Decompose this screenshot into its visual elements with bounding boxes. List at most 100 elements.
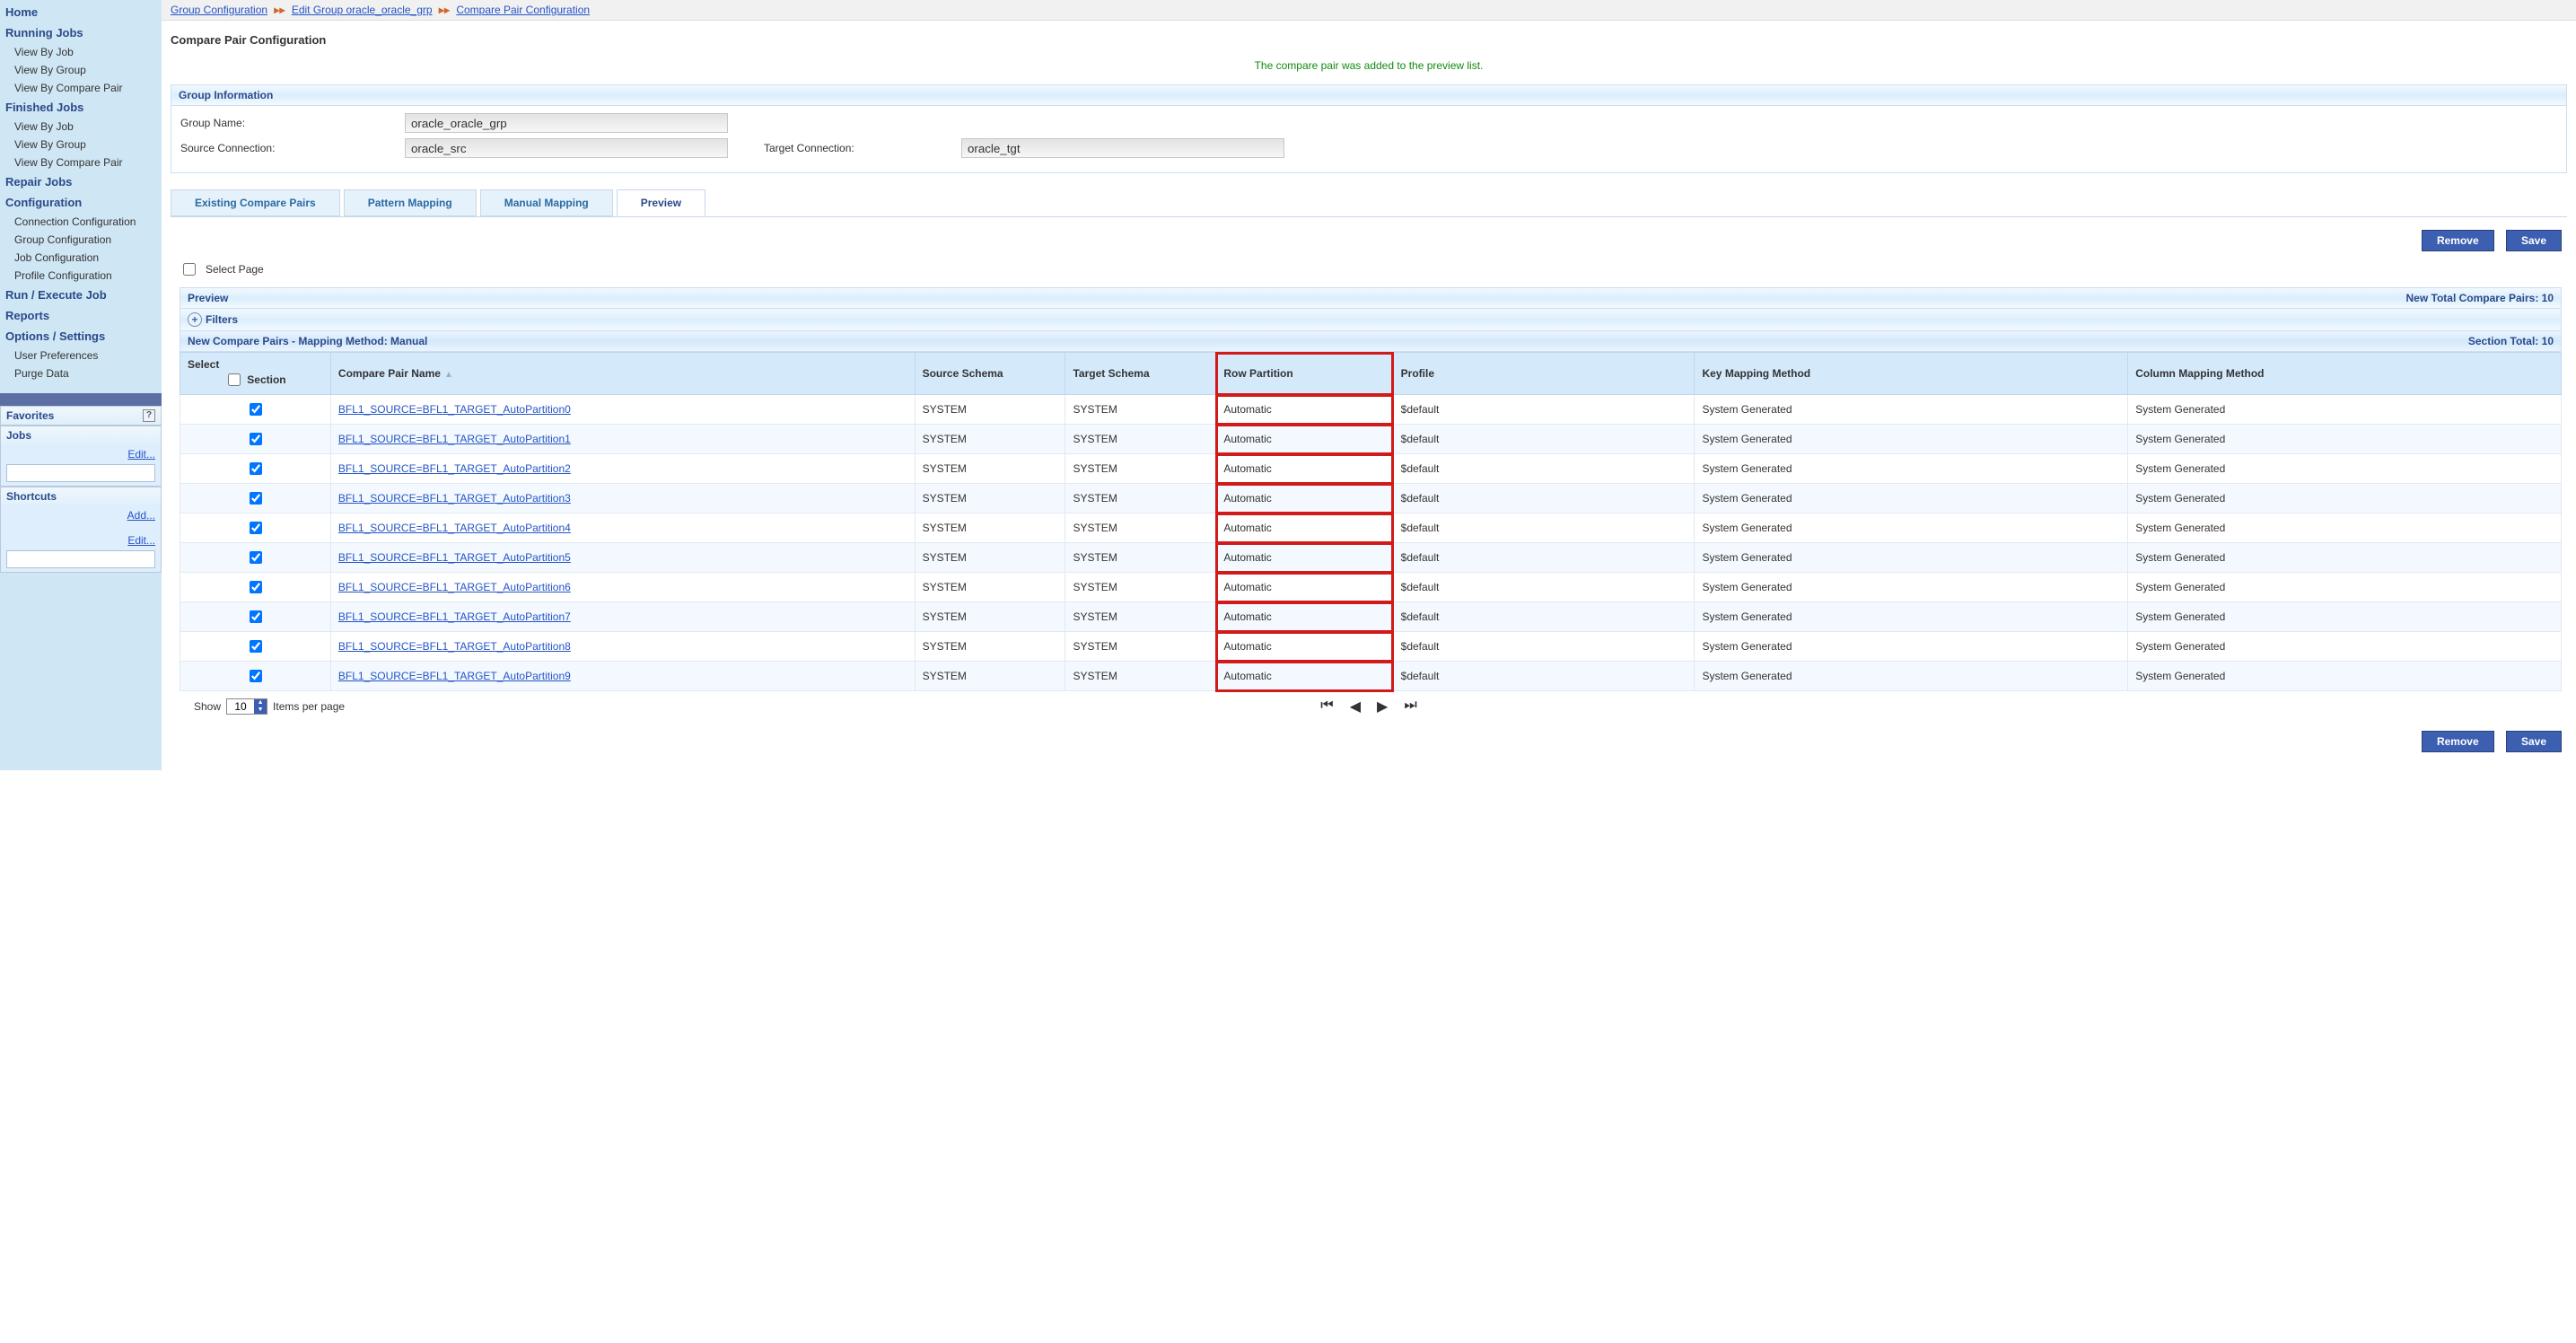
help-icon[interactable]: ? [143, 409, 155, 422]
shortcuts-input[interactable] [6, 550, 155, 568]
items-per-page-input[interactable] [227, 699, 254, 714]
cell-key-mapping: System Generated [1695, 632, 2128, 662]
save-button-bottom[interactable]: Save [2506, 731, 2562, 752]
cell-profile: $default [1393, 632, 1695, 662]
section-checkbox[interactable] [228, 373, 241, 386]
nav-options-settings[interactable]: Options / Settings [0, 326, 162, 347]
nav-purge-data[interactable]: Purge Data [0, 364, 162, 382]
row-checkbox[interactable] [250, 581, 262, 593]
nav-home[interactable]: Home [0, 2, 162, 22]
compare-pair-link[interactable]: BFL1_SOURCE=BFL1_TARGET_AutoPartition7 [338, 610, 571, 623]
target-connection-field [961, 138, 1284, 158]
new-total-compare-pairs: New Total Compare Pairs: 10 [2406, 292, 2554, 304]
compare-pair-link[interactable]: BFL1_SOURCE=BFL1_TARGET_AutoPartition6 [338, 581, 571, 593]
stepper-down-icon[interactable]: ▼ [254, 707, 267, 714]
compare-pair-link[interactable]: BFL1_SOURCE=BFL1_TARGET_AutoPartition5 [338, 551, 571, 564]
cell-source-schema: SYSTEM [915, 484, 1065, 514]
compare-pair-link[interactable]: BFL1_SOURCE=BFL1_TARGET_AutoPartition1 [338, 433, 571, 445]
cell-target-schema: SYSTEM [1065, 543, 1216, 573]
nav-run-execute-job[interactable]: Run / Execute Job [0, 285, 162, 305]
nav-job-config[interactable]: Job Configuration [0, 249, 162, 267]
pager-last-icon[interactable]: ⏭ [1404, 698, 1416, 715]
jobs-edit-link[interactable]: Edit... [6, 448, 155, 461]
jobs-input[interactable] [6, 464, 155, 482]
nav-configuration[interactable]: Configuration [0, 192, 162, 213]
row-checkbox[interactable] [250, 462, 262, 475]
table-row: BFL1_SOURCE=BFL1_TARGET_AutoPartition7 SY… [180, 602, 2562, 632]
nav-running-by-group[interactable]: View By Group [0, 61, 162, 79]
pager-next-icon[interactable]: ▶ [1377, 698, 1388, 715]
nav-repair-jobs[interactable]: Repair Jobs [0, 171, 162, 192]
nav-finished-by-group[interactable]: View By Group [0, 136, 162, 154]
compare-pair-link[interactable]: BFL1_SOURCE=BFL1_TARGET_AutoPartition9 [338, 670, 571, 682]
cell-source-schema: SYSTEM [915, 514, 1065, 543]
pager-prev-icon[interactable]: ◀ [1350, 698, 1361, 715]
row-checkbox[interactable] [250, 403, 262, 416]
compare-pair-link[interactable]: BFL1_SOURCE=BFL1_TARGET_AutoPartition8 [338, 640, 571, 653]
compare-pair-link[interactable]: BFL1_SOURCE=BFL1_TARGET_AutoPartition4 [338, 522, 571, 534]
shortcuts-edit-link[interactable]: Edit... [6, 534, 155, 547]
row-checkbox[interactable] [250, 522, 262, 534]
cell-target-schema: SYSTEM [1065, 602, 1216, 632]
cell-column-mapping: System Generated [2128, 573, 2562, 602]
select-page-checkbox[interactable] [183, 263, 196, 276]
cell-source-schema: SYSTEM [915, 602, 1065, 632]
cell-column-mapping: System Generated [2128, 514, 2562, 543]
cell-profile: $default [1393, 395, 1695, 425]
col-column-mapping[interactable]: Column Mapping Method [2128, 353, 2562, 395]
nav-running-jobs[interactable]: Running Jobs [0, 22, 162, 43]
table-row: BFL1_SOURCE=BFL1_TARGET_AutoPartition0 SY… [180, 395, 2562, 425]
col-target-schema[interactable]: Target Schema [1065, 353, 1216, 395]
tab-preview[interactable]: Preview [617, 189, 705, 216]
nav-reports[interactable]: Reports [0, 305, 162, 326]
nav-connection-config[interactable]: Connection Configuration [0, 213, 162, 231]
col-profile[interactable]: Profile [1393, 353, 1695, 395]
row-checkbox[interactable] [250, 433, 262, 445]
breadcrumb-compare-pair[interactable]: Compare Pair Configuration [456, 4, 590, 16]
nav-finished-by-compare-pair[interactable]: View By Compare Pair [0, 154, 162, 171]
table-row: BFL1_SOURCE=BFL1_TARGET_AutoPartition3 SY… [180, 484, 2562, 514]
row-checkbox[interactable] [250, 610, 262, 623]
nav-user-preferences[interactable]: User Preferences [0, 347, 162, 364]
table-row: BFL1_SOURCE=BFL1_TARGET_AutoPartition2SY… [180, 454, 2562, 484]
cell-key-mapping: System Generated [1695, 573, 2128, 602]
source-connection-field [405, 138, 728, 158]
expand-icon[interactable]: + [188, 312, 202, 327]
breadcrumb-edit-group[interactable]: Edit Group oracle_oracle_grp [292, 4, 433, 16]
nav-running-by-compare-pair[interactable]: View By Compare Pair [0, 79, 162, 97]
nav-profile-config[interactable]: Profile Configuration [0, 267, 162, 285]
col-key-mapping[interactable]: Key Mapping Method [1695, 353, 2128, 395]
nav-finished-jobs[interactable]: Finished Jobs [0, 97, 162, 118]
section-total-label: Section Total: 10 [2468, 335, 2554, 347]
row-checkbox[interactable] [250, 492, 262, 505]
cell-key-mapping: System Generated [1695, 425, 2128, 454]
breadcrumb-sep-icon: ▸▸ [270, 4, 288, 16]
stepper-up-icon[interactable]: ▲ [254, 699, 267, 707]
col-source-schema[interactable]: Source Schema [915, 353, 1065, 395]
remove-button-bottom[interactable]: Remove [2422, 731, 2494, 752]
remove-button[interactable]: Remove [2422, 230, 2494, 251]
pager-first-icon[interactable]: ⏮ [1320, 698, 1333, 715]
shortcuts-add-link[interactable]: Add... [6, 509, 155, 522]
nav-running-by-job[interactable]: View By Job [0, 43, 162, 61]
tab-manual-mapping[interactable]: Manual Mapping [480, 189, 613, 216]
cell-target-schema: SYSTEM [1065, 395, 1216, 425]
tab-pattern-mapping[interactable]: Pattern Mapping [344, 189, 477, 216]
tab-existing-compare-pairs[interactable]: Existing Compare Pairs [171, 189, 340, 216]
col-compare-pair-name[interactable]: Compare Pair Name▲ [330, 353, 915, 395]
row-checkbox[interactable] [250, 551, 262, 564]
group-information-header: Group Information [171, 84, 2567, 106]
row-checkbox[interactable] [250, 670, 262, 682]
compare-pair-link[interactable]: BFL1_SOURCE=BFL1_TARGET_AutoPartition3 [338, 492, 571, 505]
filters-label[interactable]: Filters [206, 313, 238, 326]
save-button[interactable]: Save [2506, 230, 2562, 251]
col-row-partition[interactable]: Row Partition [1216, 353, 1393, 395]
breadcrumb-group-config[interactable]: Group Configuration [171, 4, 267, 16]
compare-pair-link[interactable]: BFL1_SOURCE=BFL1_TARGET_AutoPartition2 [338, 462, 571, 475]
nav-group-config[interactable]: Group Configuration [0, 231, 162, 249]
nav-finished-by-job[interactable]: View By Job [0, 118, 162, 136]
compare-pair-link[interactable]: BFL1_SOURCE=BFL1_TARGET_AutoPartition0 [338, 403, 571, 416]
items-per-page-stepper[interactable]: ▲▼ [226, 698, 267, 715]
table-row: BFL1_SOURCE=BFL1_TARGET_AutoPartition9SY… [180, 662, 2562, 691]
row-checkbox[interactable] [250, 640, 262, 653]
